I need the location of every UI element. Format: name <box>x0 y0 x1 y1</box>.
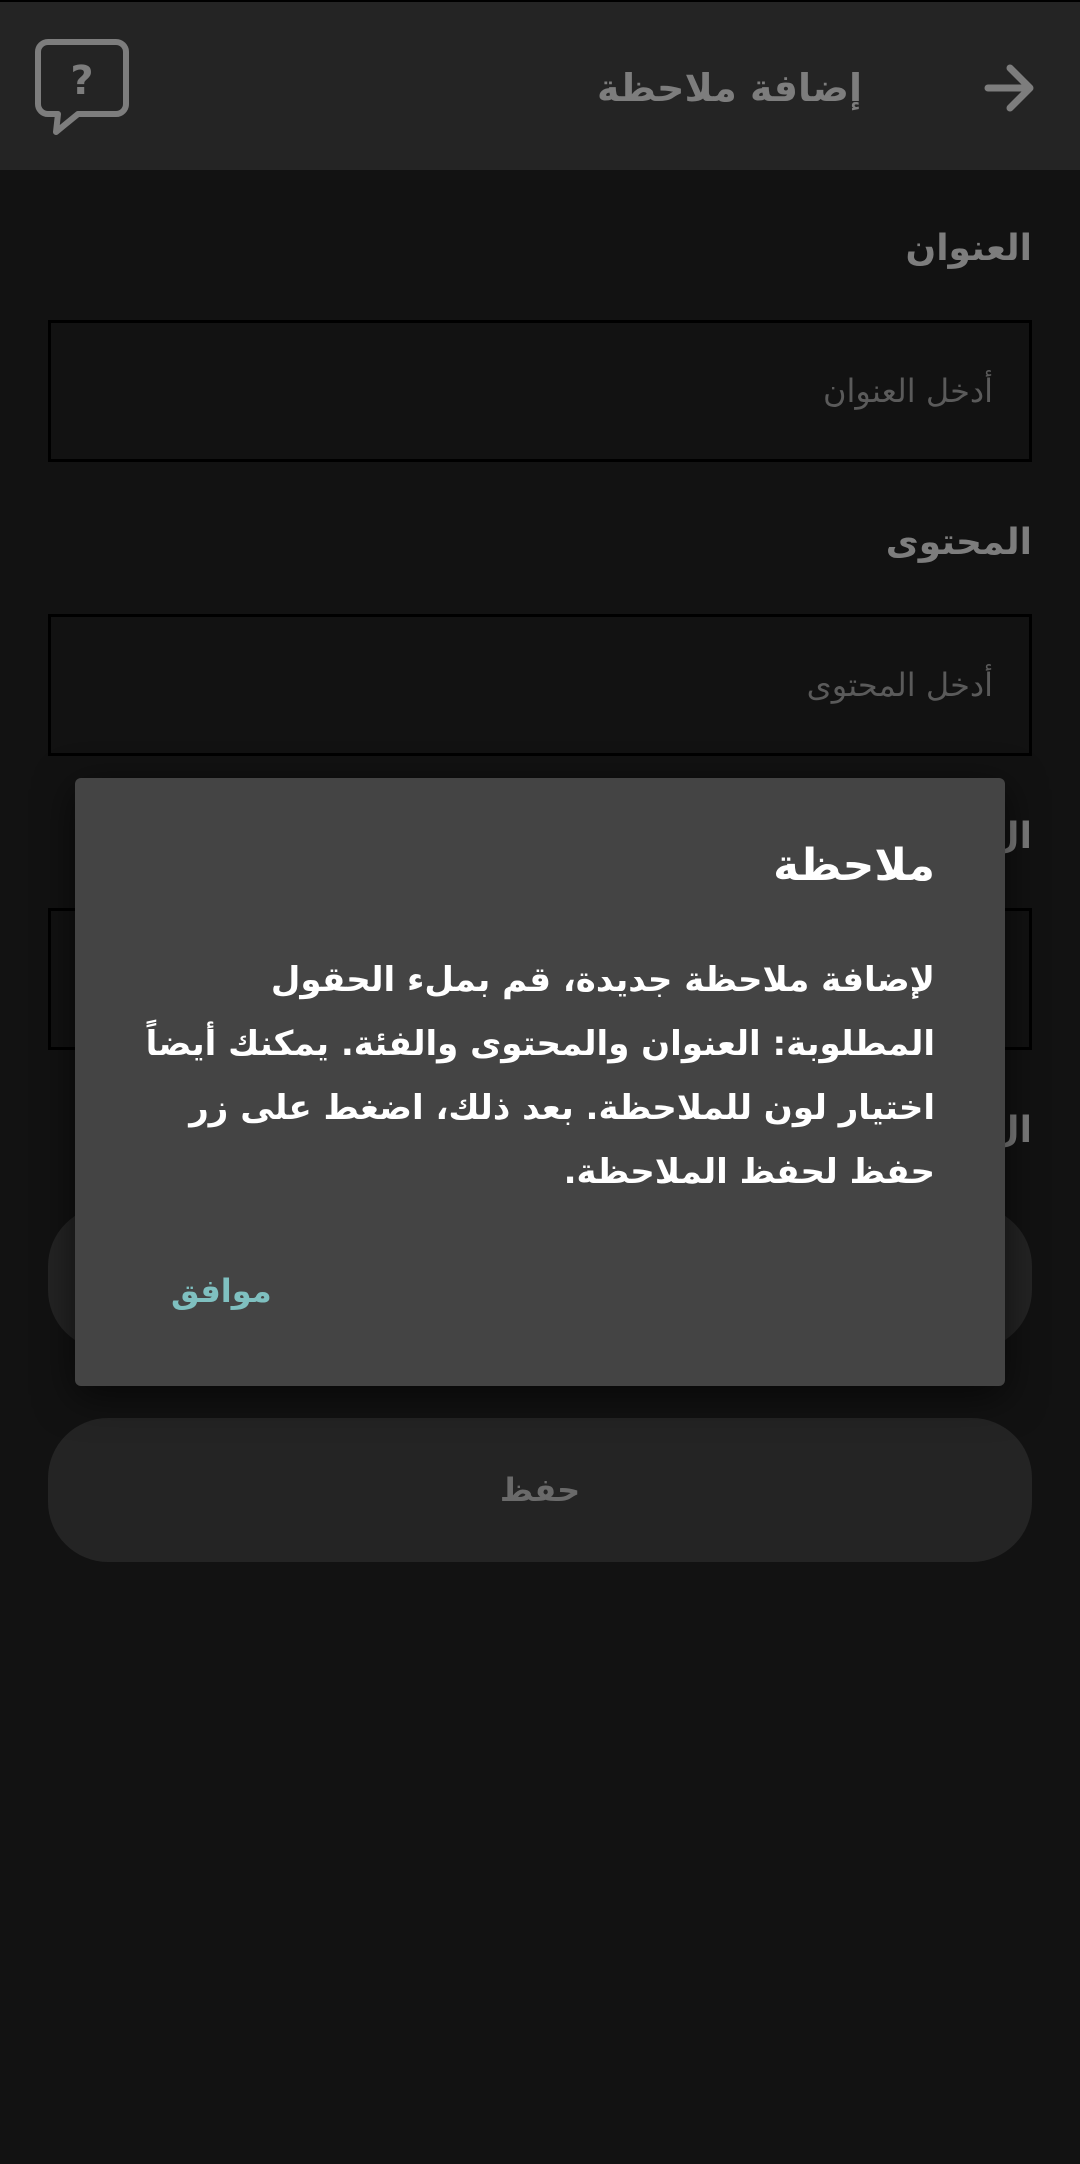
dialog-title: ملاحظة <box>773 840 935 891</box>
help-dialog: ملاحظة لإضافة ملاحظة جديدة، قم بملء الحق… <box>75 778 1005 1386</box>
dialog-message: لإضافة ملاحظة جديدة، قم بملء الحقول المط… <box>145 960 935 1192</box>
ok-button[interactable]: موافق <box>163 1264 280 1318</box>
